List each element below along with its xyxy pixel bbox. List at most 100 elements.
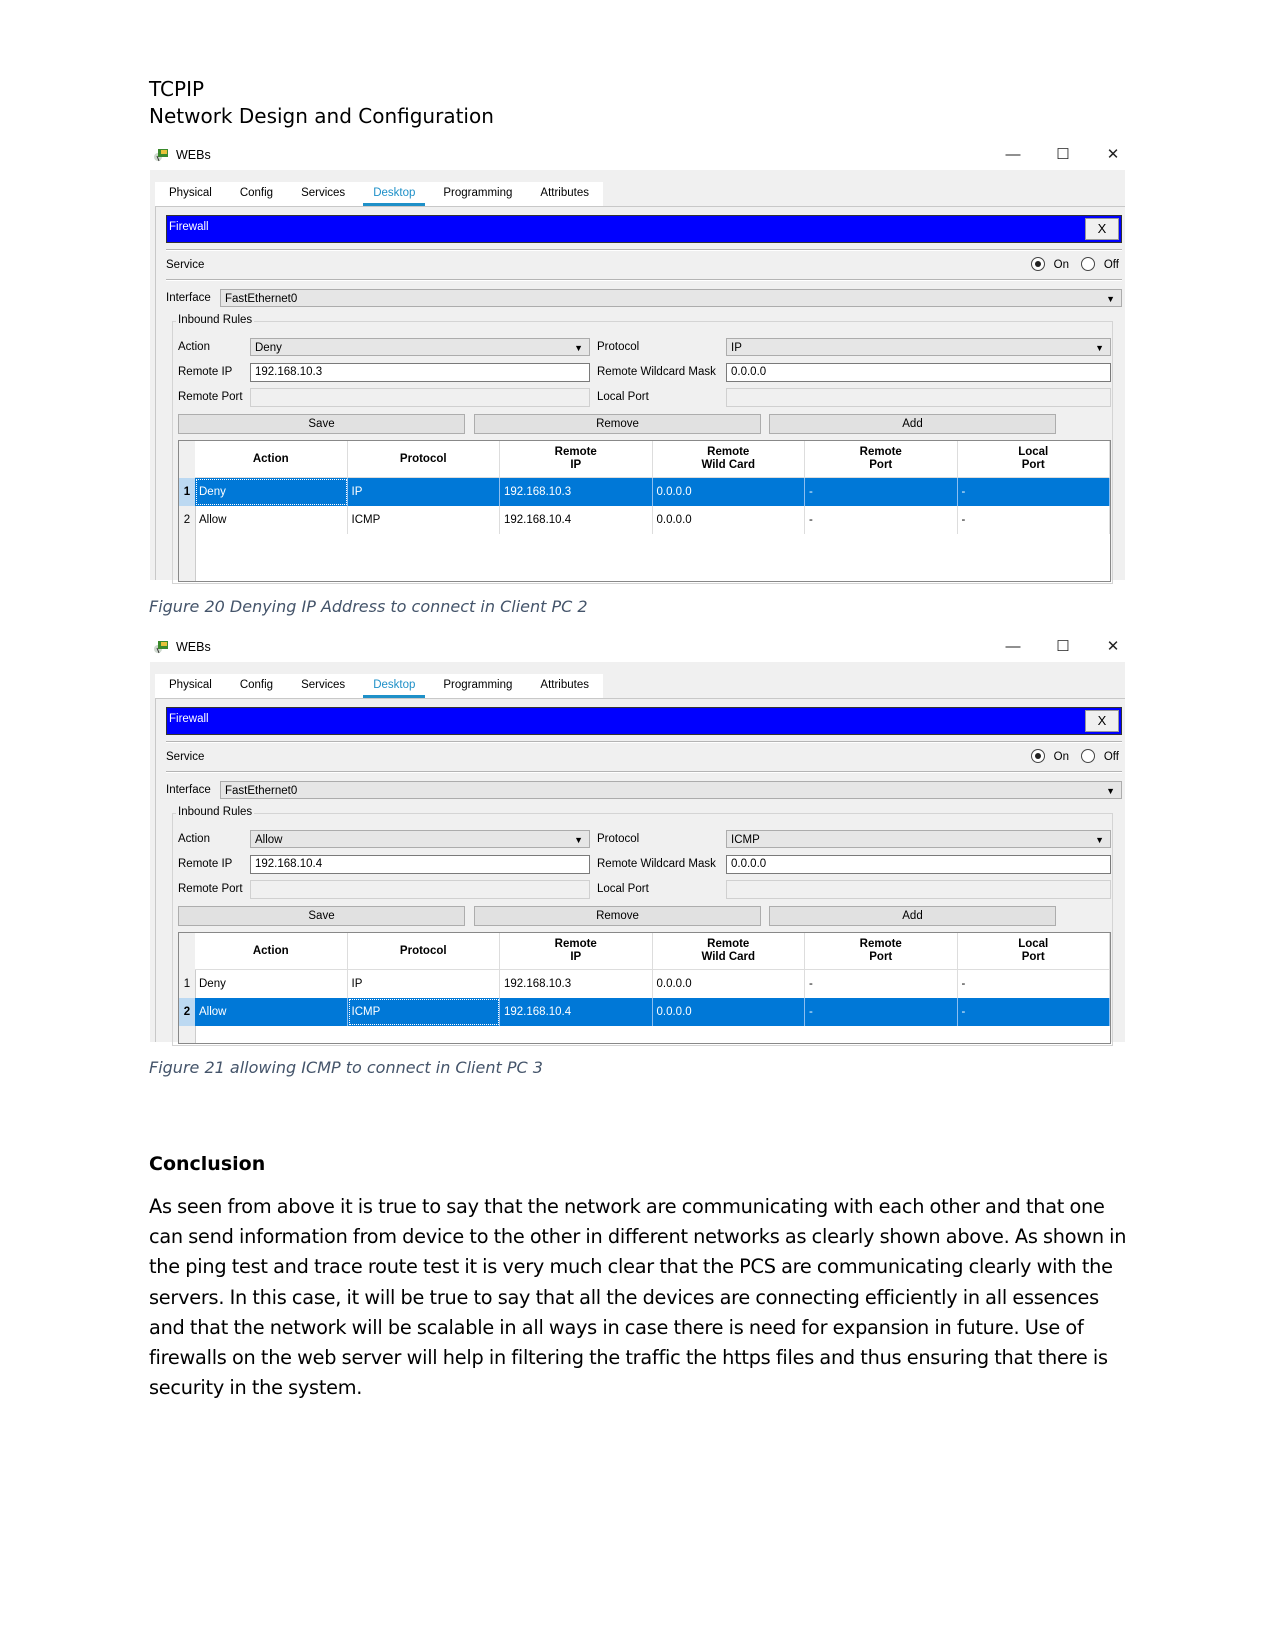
- save-button[interactable]: Save: [178, 906, 465, 926]
- add-button[interactable]: Add: [769, 906, 1056, 926]
- column-header[interactable]: Remote IP: [500, 441, 653, 477]
- column-header[interactable]: Remote Port: [805, 441, 958, 477]
- tab-desktop[interactable]: Desktop: [359, 182, 429, 206]
- table-cell[interactable]: -: [805, 506, 958, 534]
- tab-services[interactable]: Services: [287, 674, 359, 698]
- table-header: Action Protocol Remote IP Remote Wild Card R…: [195, 441, 1110, 478]
- service-on-radio[interactable]: [1031, 749, 1045, 763]
- divider: [166, 741, 1122, 743]
- table-row[interactable]: 2 Allow ICMP 192.168.10.4 0.0.0.0- -: [179, 998, 1110, 1026]
- table-cell[interactable]: -: [958, 970, 1110, 998]
- conclusion-heading: Conclusion: [149, 1153, 266, 1175]
- tab-config[interactable]: Config: [226, 182, 287, 206]
- table-cell[interactable]: -: [958, 506, 1110, 534]
- remote-wildcard-input[interactable]: 0.0.0.0: [726, 363, 1111, 382]
- service-on-radio[interactable]: [1031, 257, 1045, 271]
- column-header[interactable]: Remote Port: [805, 933, 958, 969]
- remote-port-input[interactable]: [250, 880, 590, 899]
- interface-select[interactable]: FastEthernet0 ▼: [220, 289, 1122, 307]
- local-port-input[interactable]: [726, 880, 1111, 899]
- table-row[interactable]: 2 Allow ICMP 192.168.10.4 0.0.0.0- -: [179, 506, 1110, 534]
- column-header[interactable]: Action: [195, 933, 348, 969]
- table-cell[interactable]: -: [805, 998, 958, 1026]
- protocol-value: ICMP: [731, 834, 760, 846]
- protocol-select[interactable]: ICMP ▼: [726, 830, 1111, 848]
- table-row[interactable]: 1 Deny IP 192.168.10.3 0.0.0.0- -: [179, 970, 1110, 998]
- tab-attributes[interactable]: Attributes: [526, 182, 603, 206]
- window-titlebar: WEBs — ☐ ✕: [150, 140, 1125, 170]
- table-cell[interactable]: -: [958, 998, 1110, 1026]
- remote-wildcard-input[interactable]: 0.0.0.0: [726, 855, 1111, 874]
- table-cell[interactable]: Allow: [195, 998, 348, 1026]
- column-header[interactable]: Local Port: [958, 441, 1110, 477]
- remote-ip-input[interactable]: 192.168.10.3: [250, 363, 590, 382]
- window-titlebar: WEBs — ☐ ✕: [150, 632, 1125, 662]
- tab-config[interactable]: Config: [226, 674, 287, 698]
- local-port-input[interactable]: [726, 388, 1111, 407]
- table-cell[interactable]: 0.0.0.0: [653, 998, 805, 1026]
- table-cell[interactable]: Allow: [195, 506, 348, 534]
- title-line-1: TCPIP: [149, 77, 205, 101]
- firewall-close-button[interactable]: X: [1085, 218, 1119, 240]
- close-icon[interactable]: ✕: [1101, 636, 1125, 658]
- table-cell[interactable]: -: [958, 478, 1110, 506]
- tab-services[interactable]: Services: [287, 182, 359, 206]
- minimize-icon[interactable]: —: [1001, 636, 1025, 658]
- service-label: Service: [166, 751, 205, 763]
- remove-button[interactable]: Remove: [474, 906, 761, 926]
- tab-physical[interactable]: Physical: [155, 674, 226, 698]
- column-header[interactable]: Protocol: [348, 441, 500, 477]
- remote-port-input[interactable]: [250, 388, 590, 407]
- packet-tracer-window: WEBs — ☐ ✕ Physical Config Services Desktop…: [150, 632, 1125, 1046]
- table-cell[interactable]: 192.168.10.3: [500, 478, 653, 506]
- table-cell[interactable]: Deny: [195, 478, 348, 506]
- protocol-select[interactable]: IP ▼: [726, 338, 1111, 356]
- table-cell[interactable]: ICMP: [348, 506, 500, 534]
- save-button[interactable]: Save: [178, 414, 465, 434]
- figure-20-caption: Figure 20 Denying IP Address to connect …: [149, 597, 588, 616]
- firewall-close-button[interactable]: X: [1085, 710, 1119, 732]
- firewall-panel: Firewall X Service On Off Interface Fast…: [155, 206, 1125, 584]
- remove-button[interactable]: Remove: [474, 414, 761, 434]
- add-button[interactable]: Add: [769, 414, 1056, 434]
- table-cell[interactable]: 0.0.0.0: [653, 506, 805, 534]
- service-off-radio[interactable]: [1081, 749, 1095, 763]
- remote-wildcard-label: Remote Wildcard Mask: [597, 366, 716, 378]
- tab-programming[interactable]: Programming: [429, 182, 526, 206]
- tab-attributes[interactable]: Attributes: [526, 674, 603, 698]
- column-header[interactable]: Remote Wild Card: [653, 933, 805, 969]
- table-cell[interactable]: IP: [348, 478, 500, 506]
- column-header[interactable]: Remote Wild Card: [653, 441, 805, 477]
- column-header[interactable]: Remote IP: [500, 933, 653, 969]
- row-cells: Deny IP 192.168.10.3 0.0.0.0- -: [195, 478, 1110, 506]
- column-header[interactable]: Local Port: [958, 933, 1110, 969]
- column-header[interactable]: Protocol: [348, 933, 500, 969]
- column-header[interactable]: Action: [195, 441, 348, 477]
- maximize-icon[interactable]: ☐: [1051, 144, 1075, 166]
- remote-ip-input[interactable]: 192.168.10.4: [250, 855, 590, 874]
- tab-desktop[interactable]: Desktop: [359, 674, 429, 698]
- table-cell[interactable]: 0.0.0.0: [653, 478, 805, 506]
- table-cell[interactable]: -: [805, 478, 958, 506]
- firewall-header: Firewall X: [166, 215, 1122, 243]
- table-cell[interactable]: -: [805, 970, 958, 998]
- minimize-icon[interactable]: —: [1001, 144, 1025, 166]
- table-cell[interactable]: 192.168.10.3: [500, 970, 653, 998]
- table-row[interactable]: 1 Deny IP 192.168.10.3 0.0.0.0- -: [179, 478, 1110, 506]
- table-cell[interactable]: Deny: [195, 970, 348, 998]
- action-select[interactable]: Allow ▼: [250, 830, 590, 848]
- tab-physical[interactable]: Physical: [155, 182, 226, 206]
- maximize-icon[interactable]: ☐: [1051, 636, 1075, 658]
- table-cell[interactable]: 192.168.10.4: [500, 506, 653, 534]
- table-cell[interactable]: 192.168.10.4: [500, 998, 653, 1026]
- table-cell[interactable]: 0.0.0.0: [653, 970, 805, 998]
- action-select[interactable]: Deny ▼: [250, 338, 590, 356]
- row-cells: Allow ICMP 192.168.10.4 0.0.0.0- -: [195, 998, 1110, 1026]
- document-title: TCPIP Network Design and Configuration: [149, 76, 494, 130]
- close-icon[interactable]: ✕: [1101, 144, 1125, 166]
- interface-select[interactable]: FastEthernet0 ▼: [220, 781, 1122, 799]
- table-cell[interactable]: ICMP: [348, 998, 500, 1026]
- table-cell[interactable]: IP: [348, 970, 500, 998]
- service-off-radio[interactable]: [1081, 257, 1095, 271]
- tab-programming[interactable]: Programming: [429, 674, 526, 698]
